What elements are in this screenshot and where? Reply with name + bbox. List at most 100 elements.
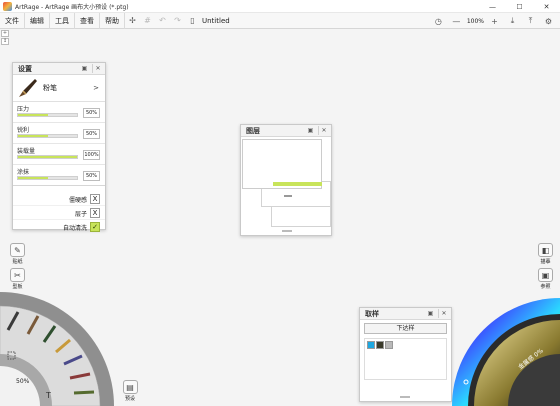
menu-file[interactable]: 文件 (0, 12, 25, 29)
param-sharpness: 锐利 50% (13, 123, 105, 144)
arrow-icon[interactable]: ↕ (1, 38, 9, 45)
pin-icon[interactable]: + (1, 30, 9, 37)
text-tool-icon[interactable]: T (45, 391, 51, 400)
loading-slider[interactable] (17, 155, 78, 159)
zoom-out-button[interactable]: — (450, 15, 463, 28)
preset-icon: ▤ (122, 380, 138, 394)
stencil-icon: ✂ (10, 268, 25, 282)
param-pressure: 压力 50% (13, 102, 105, 123)
toggle-label: 自动清洗 (62, 225, 87, 232)
autoclean-checkbox[interactable]: ✓ (90, 222, 100, 232)
sharpness-slider[interactable] (17, 134, 78, 138)
sharpness-value[interactable]: 50% (83, 129, 100, 139)
brush-expand-icon[interactable]: > (93, 84, 99, 92)
reference-button[interactable]: ▣ 参照 (537, 268, 554, 292)
sampler-add-button[interactable]: 下达样 (364, 323, 447, 334)
sampler-grip[interactable] (400, 396, 410, 398)
param-smear: 涂抹 50% (13, 165, 105, 186)
pressure-value[interactable]: 50% (83, 108, 100, 118)
timer-icon[interactable]: ◷ (432, 15, 445, 28)
smear-slider[interactable] (17, 176, 78, 180)
maximize-button[interactable]: ☐ (506, 0, 533, 13)
param-label: 锐利 (17, 127, 30, 134)
param-label: 装载量 (17, 148, 36, 155)
sampler-panel: 取样 ▣ ✕ 下达样 (359, 307, 452, 402)
sampler-panel-header[interactable]: 取样 ▣ ✕ (360, 308, 451, 320)
pressure-slider[interactable] (17, 113, 78, 117)
smear-value[interactable]: 50% (83, 171, 100, 181)
layer-thumbnail-main[interactable] (242, 139, 322, 189)
layer-checkbox[interactable]: X (90, 208, 100, 218)
stickers-label: 贴纸 (12, 259, 23, 265)
artrage-app-icon (3, 1, 12, 11)
toggle-label: 僵硬感 (68, 197, 87, 204)
color-swatch[interactable] (385, 341, 393, 349)
param-label: 压力 (17, 106, 30, 113)
zoom-level[interactable]: 100% (467, 18, 484, 25)
chalk-brush-icon (17, 77, 39, 99)
tracing-button[interactable]: ◧ 描摹 (537, 243, 554, 267)
toggle-autoclean: 自动清洗 ✓ (13, 220, 105, 234)
stiffness-checkbox[interactable]: X (90, 194, 100, 204)
title-bar: ArtRage - ArtRage 画布大小预设 (*.ptg) — ☐ ✕ (0, 0, 560, 13)
grid-icon[interactable]: # (141, 14, 154, 27)
settings-panel: 设置 ▣ ✕ 粉笔 > 压力 50% 锐利 50% 装载量 100% 涂抹 50… (12, 62, 106, 232)
minimize-button[interactable]: — (479, 0, 506, 13)
layers-panel-header[interactable]: 图层 ▣ ✕ (241, 125, 331, 137)
settings-panel-header[interactable]: 设置 ▣ ✕ (13, 63, 105, 75)
presets-label: 预设 (124, 396, 135, 402)
move-tool-icon[interactable]: ✢ (126, 14, 139, 27)
toggle-stiffness: 僵硬感 X (13, 192, 105, 206)
stickers-button[interactable]: ✎ 贴纸 (9, 243, 26, 267)
panel-close-icon[interactable]: ✕ (318, 126, 329, 135)
toggle-layer: 层子 X (13, 206, 105, 220)
panel-dock-icon[interactable]: ▣ (426, 309, 435, 318)
tracing-icon: ◧ (538, 243, 553, 257)
menu-help[interactable]: 帮助 (100, 12, 125, 29)
loading-value[interactable]: 100% (83, 150, 100, 160)
stencils-button[interactable]: ✂ 型板 (9, 268, 26, 292)
settings-panel-title: 设置 (18, 64, 32, 73)
menu-tools[interactable]: 工具 (50, 12, 75, 29)
document-icon: ▯ (190, 16, 195, 25)
undo-icon[interactable]: ↶ (156, 14, 169, 27)
layers-panel: 图层 ▣ ✕ (240, 124, 332, 236)
download-icon[interactable]: ⤓ (506, 15, 519, 28)
canvas-side-buttons: + ↕ (1, 30, 10, 46)
close-window-button[interactable]: ✕ (533, 0, 560, 13)
menu-view[interactable]: 查看 (75, 12, 100, 29)
tool-wheel[interactable]: T (0, 292, 118, 406)
color-swatch[interactable] (367, 341, 375, 349)
toggle-label: 层子 (74, 211, 87, 218)
sampler-panel-title: 取样 (365, 309, 379, 318)
layer-handle[interactable] (284, 195, 292, 197)
color-picker-wheel[interactable] (448, 292, 560, 406)
menu-edit[interactable]: 编辑 (25, 12, 50, 29)
reference-icon: ▣ (538, 268, 553, 282)
settings-gear-icon[interactable]: ⚙ (542, 15, 555, 28)
brush-name: 粉笔 (43, 84, 57, 92)
layers-panel-title: 图层 (246, 126, 260, 135)
toolbar-right: ◷ — 100% + ⤓ ⤒ ⚙ (431, 13, 556, 29)
param-label: 涂抹 (17, 169, 30, 176)
redo-icon[interactable]: ↷ (171, 14, 184, 27)
window-title: ArtRage - ArtRage 画布大小预设 (*.ptg) (15, 3, 129, 11)
brush-selector[interactable]: 粉笔 > (13, 75, 105, 102)
panel-dock-icon[interactable]: ▣ (306, 126, 315, 135)
panel-dock-icon[interactable]: ▣ (80, 64, 89, 73)
presets-button[interactable]: ▤ 预设 (120, 380, 140, 404)
upload-icon[interactable]: ⤒ (524, 15, 537, 28)
color-swatch[interactable] (376, 341, 384, 349)
sticker-icon: ✎ (10, 243, 25, 257)
tracing-label: 描摹 (540, 259, 551, 265)
zoom-in-button[interactable]: + (488, 15, 501, 28)
layer-grip[interactable] (282, 230, 292, 232)
panel-close-icon[interactable]: ✕ (92, 64, 103, 73)
brush-size-readout[interactable]: 50% (16, 378, 29, 385)
document-name: Untitled (202, 16, 230, 25)
menu-bar: 文件 编辑 工具 查看 帮助 ✢ # ↶ ↷ ▯ Untitled ◷ — 10… (0, 12, 560, 29)
stencils-label: 型板 (12, 284, 23, 290)
layer-fill-highlight (273, 182, 322, 186)
window-controls: — ☐ ✕ (479, 0, 560, 13)
param-loading: 装载量 100% (13, 144, 105, 165)
